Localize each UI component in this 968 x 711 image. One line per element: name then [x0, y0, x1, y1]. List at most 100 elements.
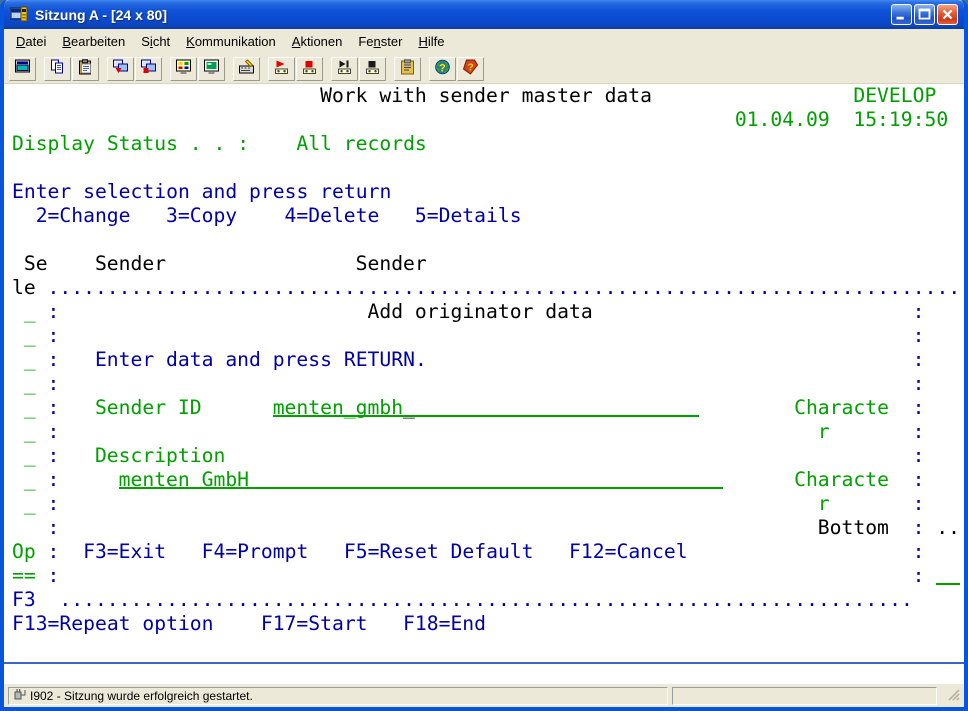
option-field[interactable]: _ — [24, 420, 36, 444]
display-status-value: All records — [296, 132, 426, 156]
menu-datei[interactable]: Datei — [8, 31, 54, 52]
toolbar-group — [107, 57, 162, 81]
column-header-sele-2: le — [12, 276, 36, 300]
option-field[interactable]: _ — [24, 492, 36, 516]
dialog-border-left: : — [48, 444, 60, 468]
dialog-border-left: : — [48, 516, 60, 540]
fkey-f18-end: F18=End — [403, 612, 486, 636]
display-status-label: Display Status . . : — [12, 132, 249, 156]
dialog-function-keys: F3=Exit F4=Prompt F5=Reset Default F12=C… — [83, 540, 688, 564]
description-value[interactable]: menten GmbH — [119, 468, 249, 492]
menu-fenster[interactable]: Fenster — [350, 31, 410, 52]
dialog-border-right: : — [913, 324, 925, 348]
description-label: Description — [95, 444, 225, 468]
menu-kommunikation[interactable]: Kommunikation — [178, 31, 284, 52]
option-field[interactable]: _ — [24, 396, 36, 420]
menubar: DateiBearbeitenSichtKommunikationAktione… — [4, 29, 964, 54]
toolbar-group — [331, 57, 386, 81]
play-macro-icon — [336, 59, 353, 78]
screen-title: Work with sender master data — [320, 84, 652, 108]
record-macro-icon — [273, 59, 290, 78]
resize-grip[interactable] — [947, 688, 960, 704]
new-session-button[interactable] — [9, 57, 36, 81]
close-button[interactable] — [937, 4, 958, 25]
clipboard-button[interactable] — [394, 57, 421, 81]
receive-file-button[interactable] — [135, 57, 162, 81]
dialog-border-right: : — [913, 372, 925, 396]
sender-id-type-wrap: r — [818, 420, 830, 444]
dialog-border-right: : — [913, 492, 925, 516]
toolbar: ?? — [4, 54, 964, 84]
menu-sicht[interactable]: Sicht — [133, 31, 178, 52]
system-name: DEVELOP — [853, 84, 936, 108]
svg-text:?: ? — [439, 63, 446, 75]
column-header-sender-2: Sender — [356, 252, 427, 276]
toolbar-group — [233, 57, 260, 81]
dialog-instruction: Enter data and press RETURN. — [95, 348, 427, 372]
display-setup-button[interactable] — [198, 57, 225, 81]
dialog-border-left: : — [48, 300, 60, 324]
paste-button[interactable] — [72, 57, 99, 81]
option-field[interactable]: _ — [24, 444, 36, 468]
command-input-underline[interactable] — [936, 564, 960, 585]
dialog-border-right: : — [913, 564, 925, 588]
text-cursor[interactable]: _ — [403, 396, 415, 420]
sender-id-type: Characte — [794, 396, 889, 420]
option-field[interactable]: _ — [24, 372, 36, 396]
option-field[interactable]: _ — [24, 468, 36, 492]
terminal-screen[interactable]: Work with sender master dataDEVELOP01.04… — [4, 84, 964, 684]
menu-aktionen[interactable]: Aktionen — [284, 31, 351, 52]
fkey-f17-start: F17=Start — [261, 612, 368, 636]
dialog-border-left: : — [48, 540, 60, 564]
stop-recording-button[interactable] — [296, 57, 323, 81]
option-field[interactable]: _ — [24, 324, 36, 348]
toolbar-group — [394, 57, 421, 81]
display-setup-icon — [203, 59, 220, 78]
dialog-border-right: : — [913, 348, 925, 372]
dialog-border-right: : — [913, 516, 925, 540]
option-3-copy: 3=Copy — [166, 204, 237, 228]
column-header-sele: Se — [24, 252, 48, 276]
keyboard-setup-button[interactable] — [233, 57, 260, 81]
color-map-icon — [175, 59, 192, 78]
maximize-button[interactable] — [914, 4, 935, 25]
send-file-button[interactable] — [107, 57, 134, 81]
connection-icon — [13, 687, 26, 704]
play-macro-button[interactable] — [331, 57, 358, 81]
dialog-top-border: ........................................… — [48, 276, 961, 300]
titlebar[interactable]: Sitzung A - [24 x 80] — [4, 0, 964, 29]
sender-id-label: Sender ID — [95, 396, 202, 420]
toolbar-group — [9, 57, 36, 81]
help-button[interactable]: ? — [457, 57, 484, 81]
dialog-border-right: : — [913, 468, 925, 492]
minimize-button[interactable] — [891, 4, 912, 25]
option-field[interactable]: _ — [24, 300, 36, 324]
copy-button[interactable] — [44, 57, 71, 81]
option-2-change: 2=Change — [36, 204, 131, 228]
description-type-wrap: r — [818, 492, 830, 516]
toolbar-group — [44, 57, 99, 81]
sender-id-value[interactable]: menten_gmbh — [273, 396, 403, 420]
toolbar-group — [268, 57, 323, 81]
dialog-border-left: : — [48, 564, 60, 588]
statusbar-message: I902 - Sitzung wurde erfolgreich gestart… — [30, 689, 253, 703]
internet-help-button[interactable]: ? — [429, 57, 456, 81]
screen-time: 15:19:50 — [853, 108, 948, 132]
underlying-op-label: Op — [12, 540, 36, 564]
description-type: Characte — [794, 468, 889, 492]
menu-bearbeiten[interactable]: Bearbeiten — [54, 31, 133, 52]
underlying-f3-label: F3 — [12, 588, 36, 612]
fkey-f13-repeat-option: F13=Repeat option — [12, 612, 214, 636]
stop-recording-icon — [301, 59, 318, 78]
dialog-border-left: : — [48, 468, 60, 492]
app-icon — [10, 6, 30, 24]
option-field[interactable]: _ — [24, 348, 36, 372]
menu-hilfe[interactable]: Hilfe — [410, 31, 452, 52]
record-macro-button[interactable] — [268, 57, 295, 81]
dialog-border-left: : — [48, 372, 60, 396]
option-5-details: 5=Details — [415, 204, 522, 228]
instruction-line: Enter selection and press return — [12, 180, 391, 204]
stop-macro-button[interactable] — [359, 57, 386, 81]
dialog-border-left: : — [48, 396, 60, 420]
color-map-button[interactable] — [170, 57, 197, 81]
